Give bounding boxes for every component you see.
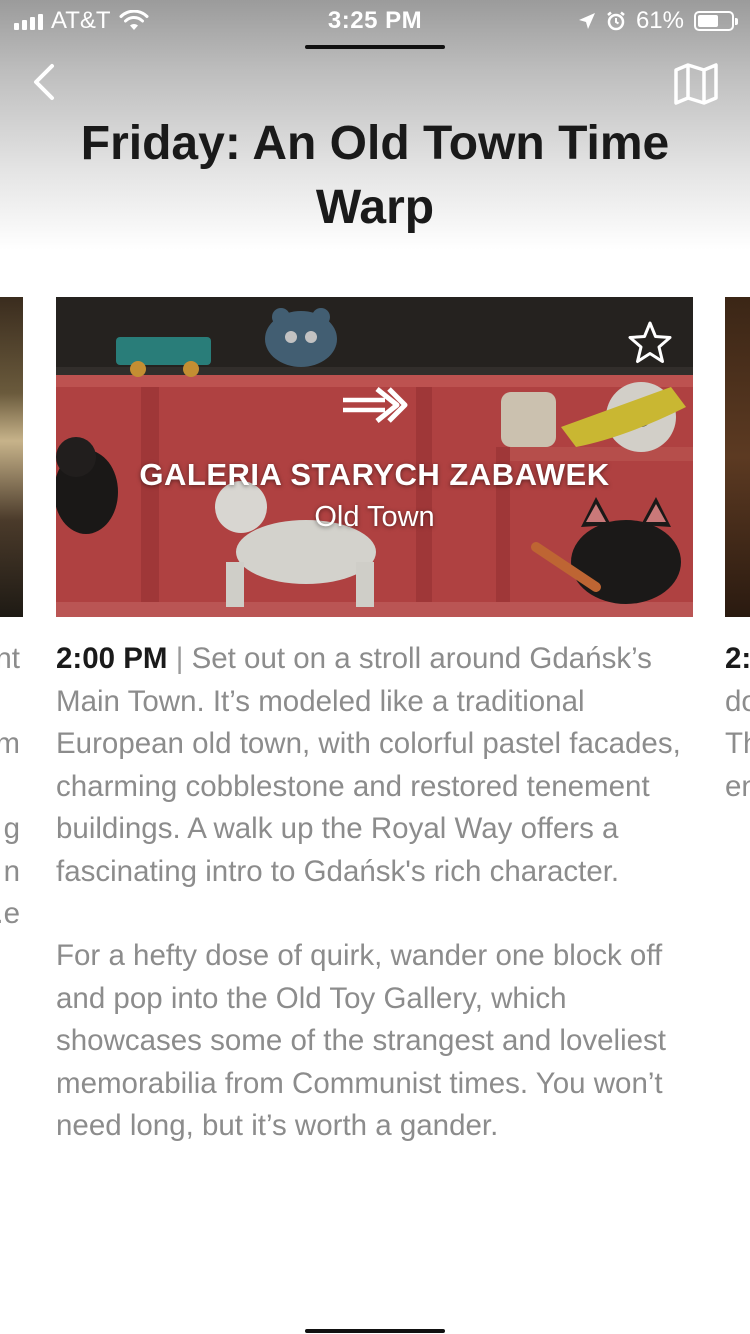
place-card-image[interactable]: GALERIA STARYCH ZABAWEK Old Town [56,297,693,617]
star-outline-icon[interactable] [626,319,674,367]
home-indicator [305,1329,445,1333]
time-label: 2:00 PM [56,642,168,675]
paragraph-1-text: Set out on a stroll around Gdańsk’s Main… [56,642,681,888]
itinerary-description: 2:00 PM | Set out on a stroll around Gda… [56,638,696,1190]
double-arrow-right-icon[interactable] [339,385,409,425]
previous-card-text: nt m g n e. [0,642,20,930]
next-card-image[interactable] [725,297,750,617]
next-card-text: 2: do Th en [725,642,750,803]
place-name: GALERIA STARYCH ZABAWEK [139,457,610,492]
description-paragraph-2: For a hefty dose of quirk, wander one bl… [56,939,666,1142]
status-bar: AT&T 3:25 PM 61% [0,0,750,40]
battery-icon [694,11,738,31]
map-icon[interactable] [672,60,720,108]
alarm-icon [607,11,625,31]
description-paragraph-1: 2:00 PM | Set out on a stroll around Gda… [56,638,696,893]
location-arrow-icon [578,13,595,29]
page-title: Friday: An Old Town Time Warp [80,117,670,234]
battery-percent: 61% [635,7,684,34]
place-area: Old Town [314,501,435,533]
previous-card-image[interactable] [0,297,23,617]
page-indicator [305,45,445,49]
chevron-left-icon[interactable] [24,60,68,104]
separator: | [175,642,184,675]
